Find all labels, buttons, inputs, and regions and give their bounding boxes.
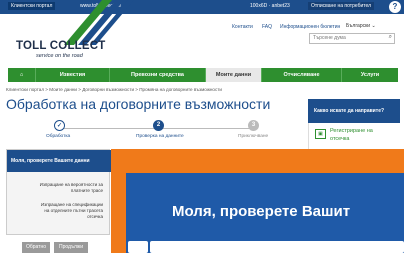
register-link-line2[interactable]: отсечка (330, 136, 349, 142)
nav-item-services[interactable]: Услуги (342, 68, 398, 82)
zoom-callout-input-right (150, 241, 404, 253)
summary-item-2-line3: отсечка (87, 214, 103, 219)
search-icon[interactable]: ⌕ (389, 34, 392, 41)
register-icon: ▣ (315, 129, 326, 139)
zoom-callout-input-left (128, 241, 148, 253)
step-2-indicator: 2 (153, 120, 164, 131)
step-1-check-icon: ✓ (54, 120, 65, 131)
check-data-box: Моля, проверете Вашите данни Изпращане н… (6, 149, 111, 235)
nav-home-icon[interactable]: ⌂ (8, 68, 36, 82)
search-placeholder: Търсене дума (313, 35, 346, 41)
summary-item-1-line2: платните трасе (70, 188, 103, 193)
actions-panel-title: Какво искате да направите? (314, 108, 385, 114)
nav-item-notifications[interactable]: Известия (36, 68, 110, 82)
nav-item-billing[interactable]: Отчисляване (262, 68, 342, 82)
step-2-label: Проверка на данните (136, 134, 184, 139)
check-data-title: Моля, проверете Вашите данни (11, 158, 90, 164)
continue-button[interactable]: Продължи (54, 242, 88, 253)
summary-item-2: Изпращане на спецификации на отделните п… (41, 202, 103, 220)
actions-panel-header: Какво искате да направите? (308, 99, 400, 123)
back-button[interactable]: Обратно (22, 242, 50, 253)
logo-title[interactable]: TOLL COLLECT (16, 40, 106, 52)
contacts-link[interactable]: Контакти (232, 24, 253, 30)
check-data-header: Моля, проверете Вашите данни (7, 150, 111, 172)
language-selector[interactable]: Български ⌄ (346, 23, 376, 29)
search-input[interactable]: Търсене дума ⌕ (309, 33, 395, 44)
step-3-label: Приключване (238, 134, 269, 139)
faq-link[interactable]: FAQ (262, 24, 272, 30)
newsletter-link[interactable]: Информационен бюлетин (280, 24, 340, 30)
user-id: 100x6D · anbet23 (250, 3, 290, 9)
summary-item-1: Изпращане на вероятности за платните тра… (40, 182, 103, 194)
logout-button[interactable]: Отписване на потребител (308, 2, 375, 10)
nav-item-vehicles[interactable]: Превозни средства (110, 68, 206, 82)
nav-item-my-data[interactable]: Моите данни (206, 68, 262, 82)
page-title: Обработка на договорните възможности (6, 96, 271, 112)
zoom-callout-text: Моля, проверете Вашит (172, 203, 351, 220)
step-1-label: Обработка (46, 134, 71, 139)
register-link-line1[interactable]: Регистриране на (330, 128, 373, 134)
help-icon[interactable]: ? (389, 1, 401, 13)
main-nav: ⌂ Известия Превозни средства Моите данни… (8, 68, 398, 82)
logo-stripes-graphic (64, 0, 134, 45)
step-3-indicator: 3 (248, 120, 259, 131)
logo-subtitle: service on the road (36, 53, 83, 59)
breadcrumb[interactable]: Клиентски портал > Моите данни > Договор… (6, 87, 222, 92)
